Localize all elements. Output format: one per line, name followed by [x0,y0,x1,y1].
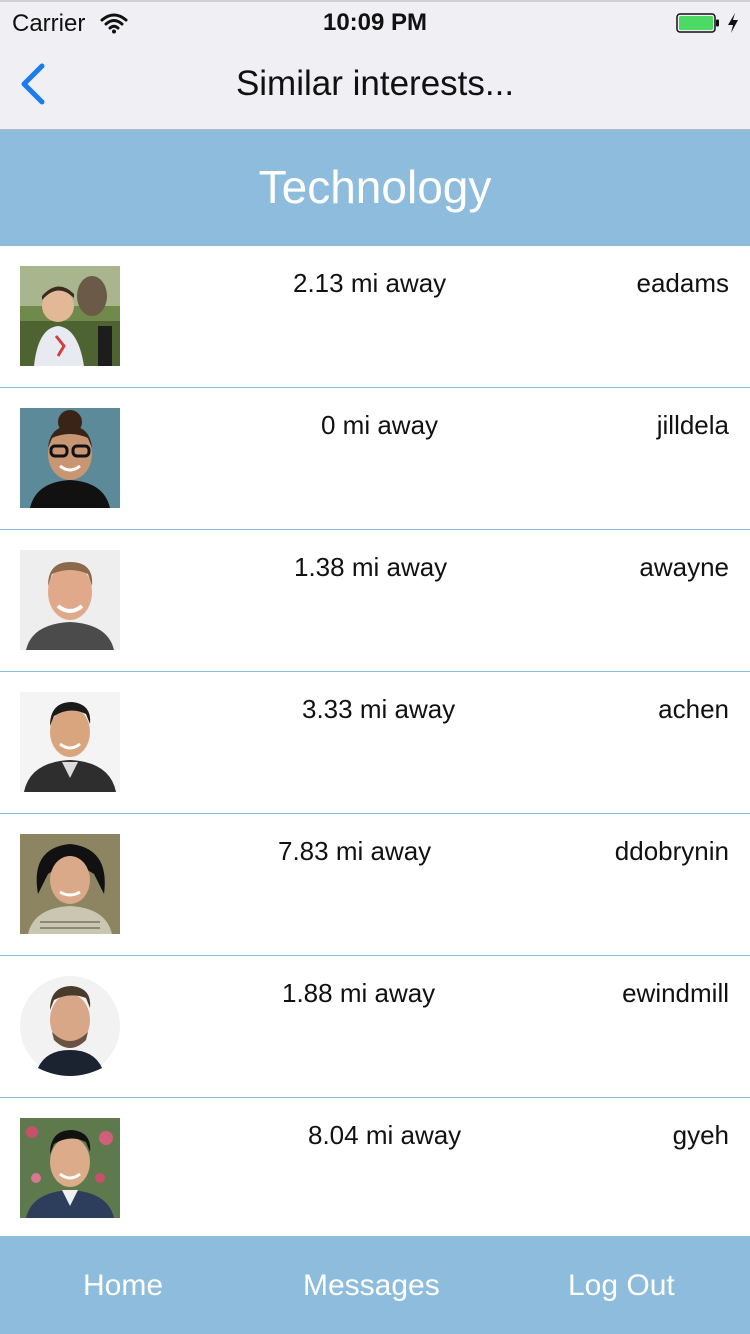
user-row-achen[interactable]: 3.33 mi away achen [0,672,750,814]
logout-button[interactable]: Log Out [568,1269,675,1303]
distance-label: 3.33 mi away [302,694,456,724]
distance-label: 7.83 mi away [278,836,432,866]
tab-messages[interactable]: Messages [303,1269,440,1303]
distance-label: 1.38 mi away [294,552,448,582]
user-list: 2.13 mi away eadams 0 mi away jilldela 1… [0,246,750,1239]
username-label: eadams [636,268,730,298]
username-label: ewindmill [622,978,729,1008]
user-photo-icon [20,976,120,1076]
user-row-awayne[interactable]: 1.38 mi away awayne [0,530,750,672]
user-photo-icon [20,550,120,650]
avatar [20,976,120,1076]
username-label: ddobrynin [614,836,729,866]
avatar [20,408,120,508]
distance-label: 2.13 mi away [293,268,447,298]
user-photo-icon [20,692,120,792]
navigation-bar: Similar interests... [0,40,750,130]
avatar [20,266,120,366]
avatar [20,1118,120,1218]
avatar [20,692,120,792]
user-row-ddobrynin[interactable]: 7.83 mi away ddobrynin [0,814,750,956]
status-bar: Carrier 10:09 PM [0,0,750,40]
avatar [20,834,120,934]
username-label: achen [658,694,729,724]
page-title: Similar interests... [235,64,515,103]
distance-label: 0 mi away [321,410,439,440]
username-label: gyeh [672,1120,729,1150]
user-row-jilldela[interactable]: 0 mi away jilldela [0,388,750,530]
username-label: jilldela [656,410,729,440]
user-photo-icon [20,1118,120,1218]
interest-header: Technology [0,130,750,246]
interest-title: Technology [258,161,492,213]
charging-bolt-icon [728,13,738,33]
distance-label: 1.88 mi away [282,978,436,1008]
user-row-gyeh[interactable]: 8.04 mi away gyeh [0,1098,750,1239]
username-label: awayne [639,552,729,582]
status-time: 10:09 PM [322,9,428,36]
user-photo-icon [20,266,120,366]
battery-icon [676,13,719,33]
user-photo-icon [20,834,120,934]
user-photo-icon [20,408,120,508]
tab-home[interactable]: Home [83,1269,163,1303]
user-row-eadams[interactable]: 2.13 mi away eadams [0,246,750,388]
distance-label: 8.04 mi away [308,1120,462,1150]
user-row-ewindmill[interactable]: 1.88 mi away ewindmill [0,956,750,1098]
bottom-tab-bar: Home Messages Log Out [0,1236,750,1334]
avatar [20,550,120,650]
